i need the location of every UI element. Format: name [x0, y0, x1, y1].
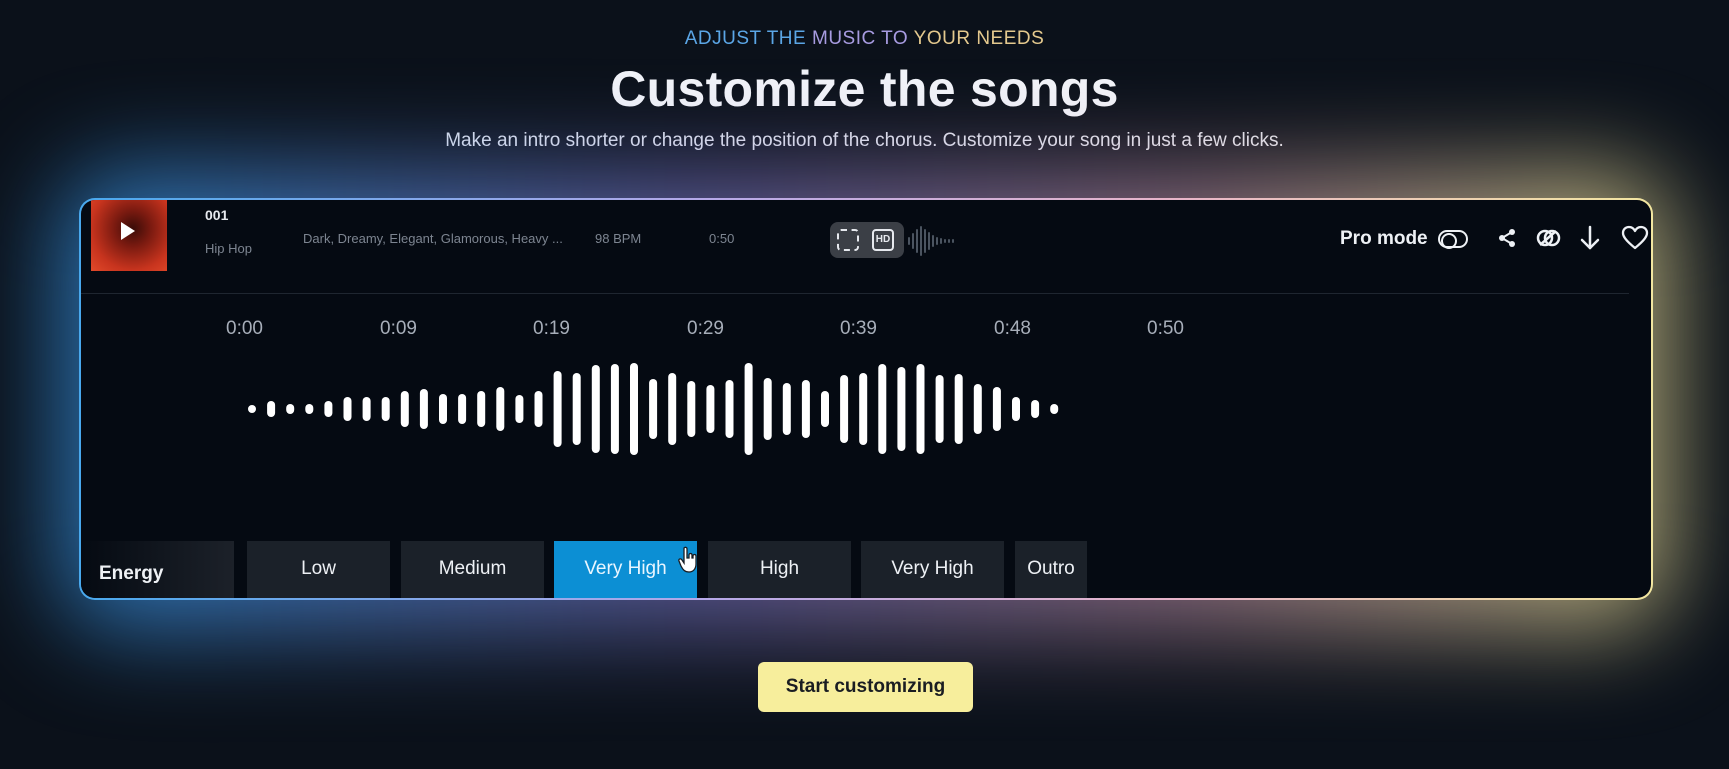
waveform-bar	[515, 395, 524, 423]
timestamp-3: 0:29	[687, 318, 724, 339]
waveform-bar	[840, 375, 849, 443]
waveform-bar	[439, 394, 447, 424]
waveform-bar	[897, 367, 906, 451]
eyebrow-text: ADJUST THE MUSIC TO YOUR NEEDS	[0, 28, 1729, 50]
waveform-bar	[1012, 397, 1020, 421]
waveform-bar	[381, 397, 390, 421]
track-tags: Dark, Dreamy, Elegant, Glamorous, Heavy …	[303, 231, 563, 246]
waveform-bar	[248, 405, 256, 413]
hand-cursor-icon	[678, 546, 697, 573]
waveform-bar	[572, 373, 581, 445]
waveform-bar	[400, 391, 409, 427]
track-duration: 0:50	[709, 231, 735, 246]
waveform-bar	[706, 385, 715, 433]
waveform-bar	[630, 363, 638, 455]
waveform-bar	[992, 387, 1001, 431]
download-icon[interactable]	[1576, 224, 1604, 252]
waveform-bar	[878, 364, 887, 454]
track-genre: Hip Hop	[205, 241, 252, 256]
waveform-bar	[458, 394, 467, 424]
waveform-bar	[954, 374, 963, 444]
timestamp-2: 0:19	[533, 318, 570, 339]
waveform-bar	[1050, 404, 1059, 414]
page-subtitle: Make an intro shorter or change the posi…	[445, 130, 1284, 151]
waveform-bar	[859, 373, 868, 445]
waveform-bar	[744, 363, 753, 455]
timestamp-0: 0:00	[226, 318, 263, 339]
share-icon[interactable]	[1493, 224, 1521, 252]
timestamp-5: 0:48	[994, 318, 1031, 339]
waveform-bar	[419, 389, 428, 429]
eyebrow-part-3: YOUR NEEDS	[913, 28, 1045, 49]
track-bpm: 98 BPM	[595, 231, 642, 246]
waveform-bar	[362, 397, 371, 421]
timestamp-6: 0:50	[1147, 318, 1184, 339]
waveform-bar	[343, 397, 352, 421]
heart-icon[interactable]	[1621, 224, 1649, 252]
waveform-bar	[687, 381, 696, 437]
energy-segment-low[interactable]: Low	[247, 541, 390, 598]
waveform-bar	[591, 365, 600, 453]
energy-segment-very-high-active[interactable]: Very High	[554, 541, 697, 598]
page-title: Customize the songs	[610, 61, 1119, 117]
waveform-bar	[801, 380, 810, 438]
tool-pill: HD	[830, 222, 904, 258]
waveform-bar	[267, 401, 276, 417]
start-customizing-button[interactable]: Start customizing	[758, 662, 973, 712]
waveform-bar	[821, 391, 829, 427]
energy-label: Energy	[81, 541, 234, 598]
waveform-bar	[649, 379, 658, 439]
track-number: 001	[205, 207, 229, 223]
waveform-bar	[935, 375, 944, 443]
header-divider	[81, 293, 1629, 294]
waveform-bar	[725, 380, 734, 438]
energy-segment-medium[interactable]: Medium	[401, 541, 544, 598]
timestamp-4: 0:39	[840, 318, 877, 339]
waveform-bar	[763, 378, 772, 440]
waveform-bar	[1031, 400, 1040, 418]
waveform-bar	[668, 373, 677, 445]
energy-segment-high[interactable]: High	[708, 541, 851, 598]
waveform[interactable]	[81, 350, 1081, 470]
waveform-bar	[916, 364, 925, 454]
player-panel-inner: 001 Hip Hop Dark, Dreamy, Elegant, Glamo…	[81, 200, 1651, 598]
energy-segment-outro[interactable]: Outro	[1015, 541, 1087, 598]
pro-mode-label: Pro mode	[1340, 228, 1428, 249]
pro-mode-toggle-icon[interactable]	[1438, 230, 1468, 249]
play-icon[interactable]	[121, 222, 135, 240]
link-icon[interactable]	[1534, 224, 1562, 252]
waveform-bar	[782, 383, 791, 435]
eyebrow-part-2: MUSIC TO	[812, 28, 909, 49]
album-cover[interactable]	[91, 200, 167, 271]
waveform-bar	[973, 384, 982, 434]
waveform-bar	[610, 364, 619, 454]
swap-icon[interactable]	[837, 229, 859, 251]
mini-waveform[interactable]	[907, 224, 967, 258]
waveform-bar	[553, 371, 562, 447]
waveform-bar	[286, 404, 295, 414]
waveform-bar	[477, 391, 486, 427]
waveform-bar	[305, 404, 314, 414]
energy-segment-very-high[interactable]: Very High	[861, 541, 1004, 598]
player-panel: 001 Hip Hop Dark, Dreamy, Elegant, Glamo…	[79, 198, 1653, 600]
hd-icon[interactable]: HD	[872, 229, 894, 251]
eyebrow-part-1: ADJUST THE	[684, 28, 807, 49]
waveform-bar	[496, 387, 505, 431]
waveform-bar	[324, 401, 333, 417]
waveform-bar	[534, 391, 543, 427]
timestamp-1: 0:09	[380, 318, 417, 339]
